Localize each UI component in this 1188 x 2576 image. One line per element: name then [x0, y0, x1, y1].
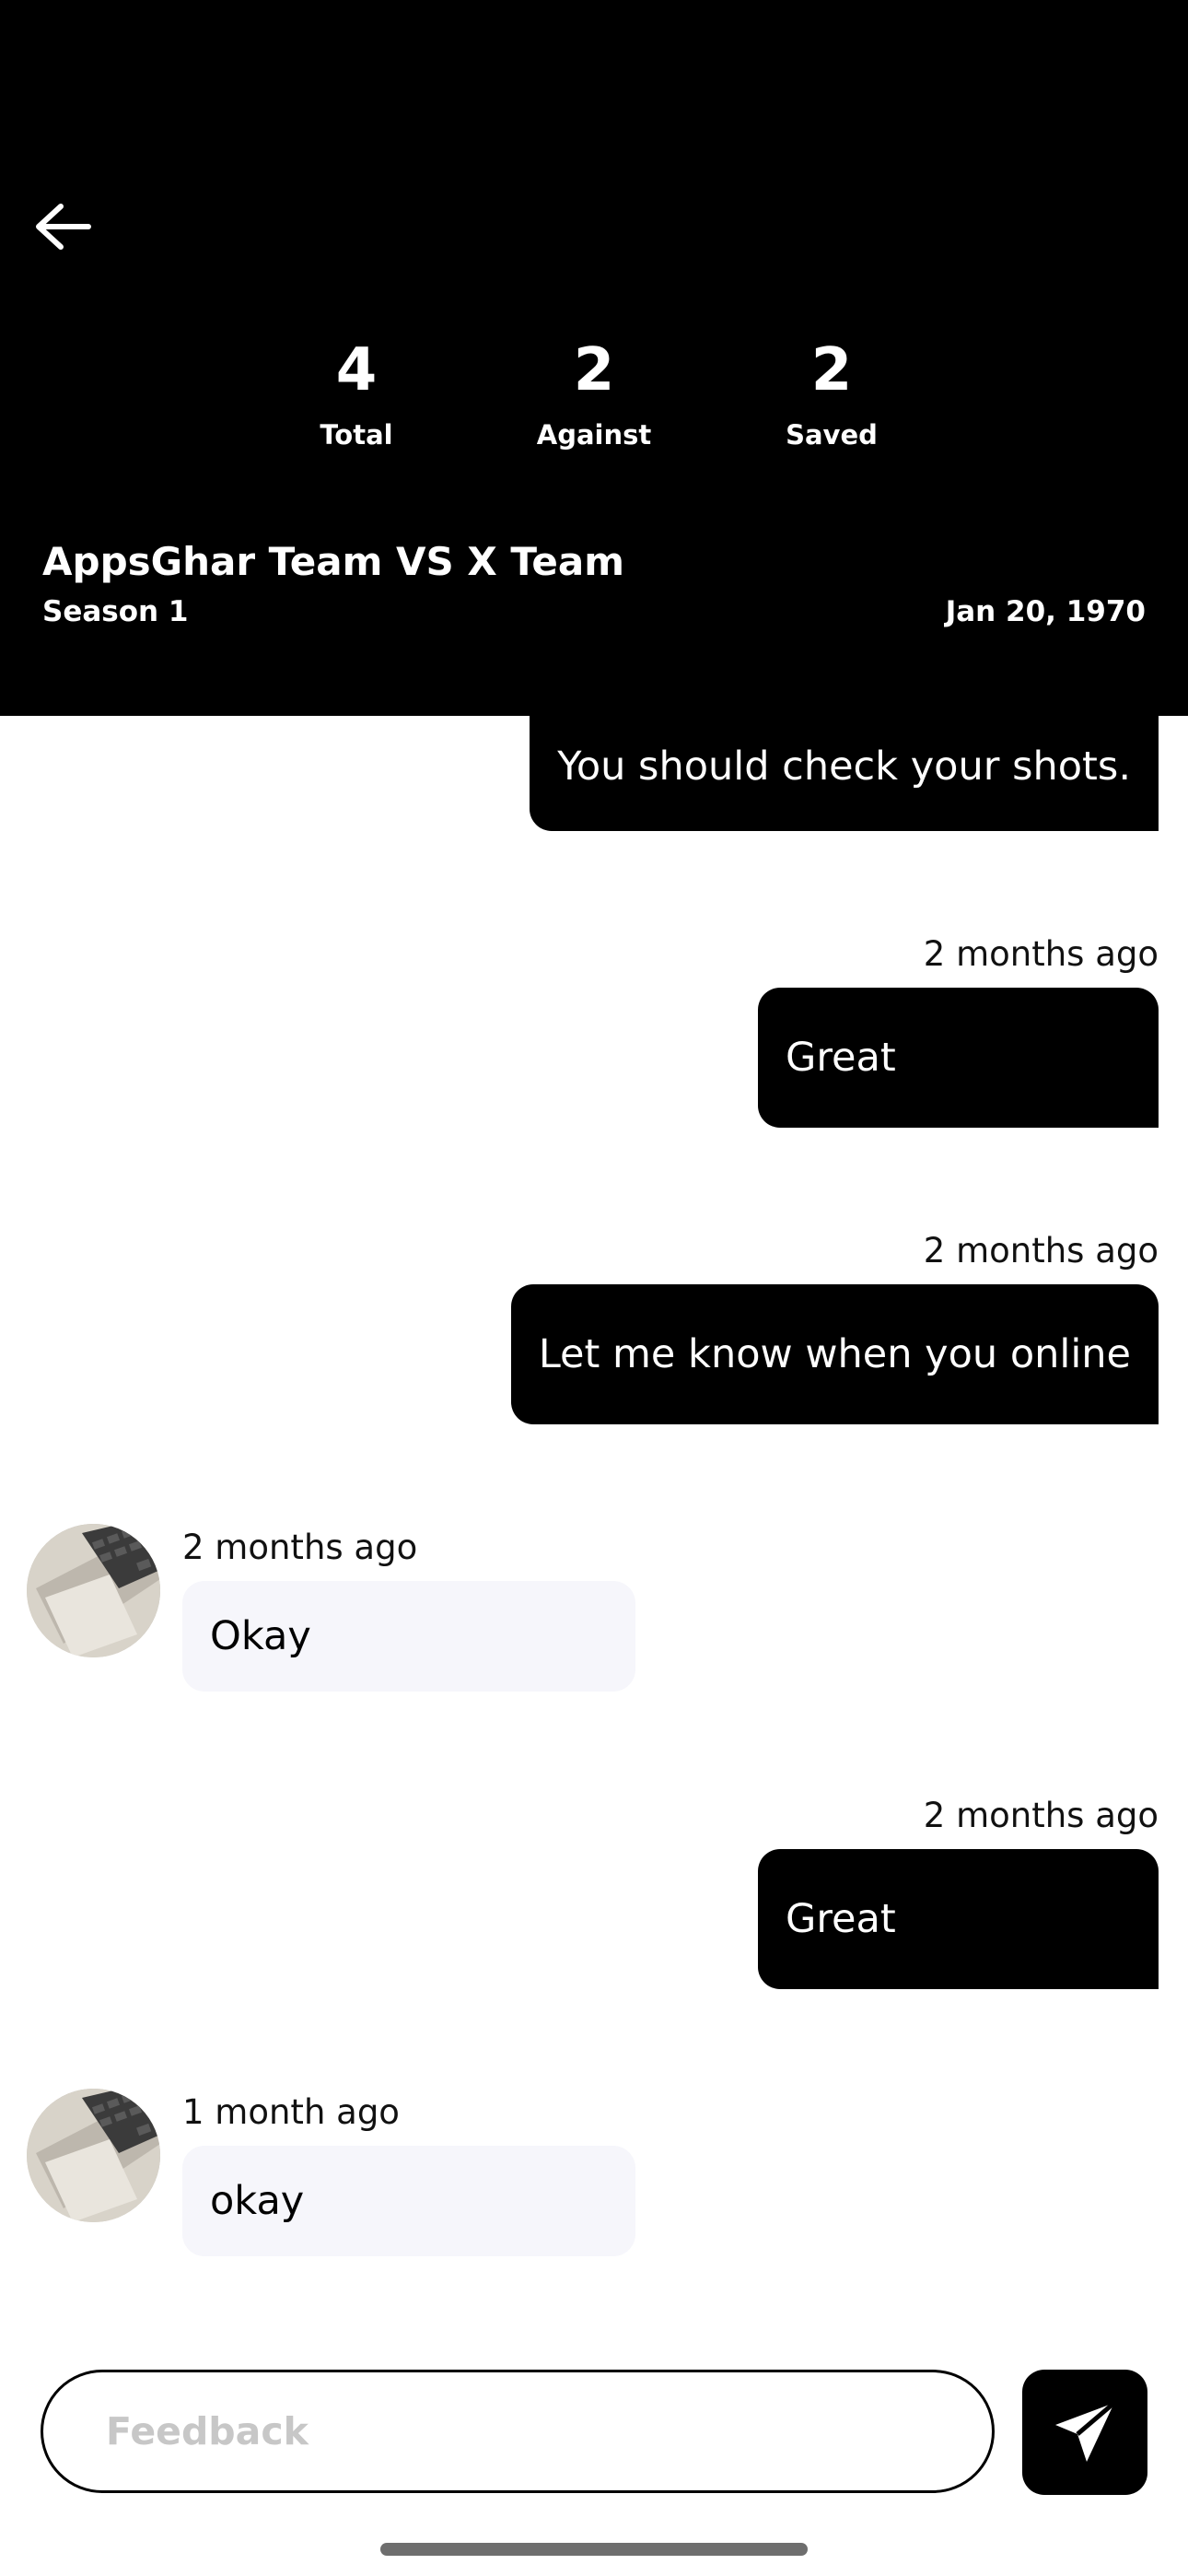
stat-total: 4 Total	[255, 332, 458, 453]
stat-value: 2	[573, 336, 615, 404]
message-timestamp: 2 months ago	[182, 1528, 418, 1567]
message-timestamp: 2 months ago	[923, 1796, 1159, 1835]
message-bubble-sent: Great	[758, 988, 1159, 1128]
message-timestamp: 2 months ago	[923, 934, 1159, 974]
match-title: AppsGhar Team VS X Team	[42, 539, 625, 584]
stat-value: 2	[810, 336, 853, 404]
send-button[interactable]	[1022, 2370, 1147, 2495]
message-bubble-sent: Great	[758, 1849, 1159, 1989]
match-stats: 4 Total 2 Against 2 Saved	[0, 332, 1188, 461]
home-indicator	[380, 2543, 808, 2556]
message-bubble-received: Okay	[182, 1581, 635, 1692]
send-icon	[1055, 2401, 1116, 2462]
message-timestamp: 2 months ago	[923, 1231, 1159, 1270]
laptop-photo-icon	[27, 1524, 160, 1657]
user-avatar[interactable]	[27, 2089, 160, 2222]
stat-against: 2 Against	[493, 332, 695, 453]
laptop-photo-icon	[27, 2089, 160, 2222]
stat-value: 4	[335, 336, 378, 404]
back-button[interactable]	[26, 190, 99, 263]
user-avatar[interactable]	[27, 1524, 160, 1657]
stat-label: Saved	[786, 419, 878, 451]
message-timestamp: 1 month ago	[182, 2092, 400, 2132]
message-bubble-received: okay	[182, 2146, 635, 2256]
stat-saved: 2 Saved	[730, 332, 933, 453]
match-header: 4 Total 2 Against 2 Saved AppsGhar Team …	[0, 0, 1188, 716]
match-date: Jan 20, 1970	[945, 595, 1146, 628]
season-label: Season 1	[42, 595, 189, 628]
message-composer	[0, 2340, 1188, 2576]
stat-label: Total	[320, 419, 393, 451]
feedback-input[interactable]	[41, 2370, 995, 2493]
stat-label: Against	[536, 419, 652, 451]
arrow-left-icon	[36, 204, 91, 250]
message-bubble-sent: Let me know when you online	[510, 1284, 1159, 1424]
